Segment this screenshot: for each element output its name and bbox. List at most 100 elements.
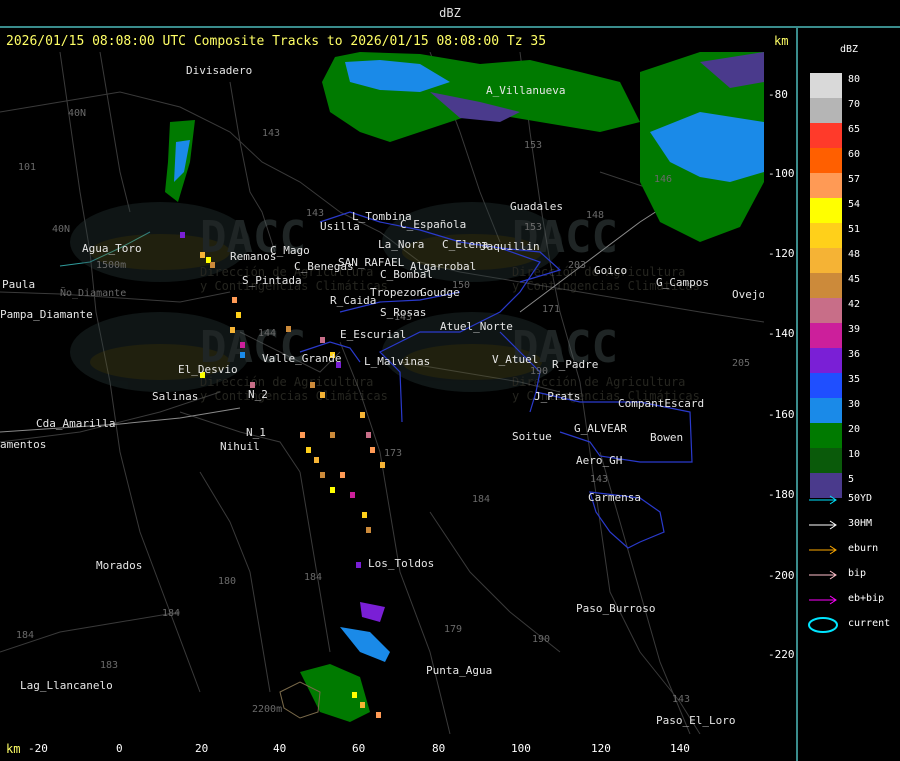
panel-divider: [796, 28, 798, 761]
route-number: 101: [18, 162, 36, 173]
route-number: 143: [590, 474, 608, 485]
x-tick-label: 0: [116, 742, 123, 755]
echo-cell: [350, 492, 355, 498]
place-label: Morados: [96, 559, 142, 572]
x-tick-label: 20: [195, 742, 209, 755]
map-canvas[interactable]: DACCDirección de Agriculturay Contingenc…: [0, 52, 764, 734]
y-tick-label: -200: [768, 569, 795, 582]
headline-timestamp: 2026/01/15 08:08:00 UTC Composite Tracks…: [6, 34, 547, 49]
echo-cell: [352, 692, 357, 698]
track-symbol: [809, 595, 837, 605]
place-label: Pampa_Diamante: [0, 308, 93, 321]
route-number: 184: [162, 608, 180, 619]
place-label: Lag_Llancanelo: [20, 679, 113, 692]
legend-label: 57: [848, 174, 861, 185]
road-line: [99, 52, 131, 213]
route-number: 190: [532, 634, 550, 645]
place-label: Salinas: [152, 390, 198, 403]
km-unit-bottom: km: [6, 742, 21, 756]
place-label: Goico: [594, 264, 627, 277]
route-number: 143: [394, 312, 412, 323]
echo-cell: [362, 512, 367, 518]
watermark-layer: DACCDirección de Agriculturay Contingenc…: [70, 202, 700, 403]
place-label: Aero_GH: [576, 454, 622, 467]
legend-swatch: [810, 348, 842, 373]
place-label: Jaquillin: [480, 240, 540, 253]
echo-cell: [230, 327, 235, 333]
track-label: 50YD: [848, 493, 873, 504]
x-tick-label: -20: [28, 742, 48, 755]
route-number: 143: [306, 208, 324, 219]
echo-cell: [232, 297, 237, 303]
place-label: Bowen: [650, 431, 683, 444]
place-label: J_Prats: [534, 390, 580, 403]
place-label: Paso_Burroso: [576, 602, 655, 615]
place-label: N_2: [248, 388, 268, 401]
route-number: 148: [586, 210, 604, 221]
place-label: R_Padre: [552, 358, 598, 371]
legend-swatch: [810, 323, 842, 348]
track-label: eburn: [848, 543, 879, 554]
place-label: Carmensa: [588, 491, 641, 504]
echo-cell: [180, 232, 185, 238]
legend-swatch: [810, 73, 842, 98]
place-label: G_ALVEAR: [574, 422, 627, 435]
legend-label: 65: [848, 124, 861, 135]
echo-cell: [320, 337, 325, 343]
echo-cell: [366, 527, 371, 533]
legend-swatch: [810, 373, 842, 398]
echo-cell: [380, 462, 385, 468]
echo-cell: [320, 392, 325, 398]
echo-cell: [360, 412, 365, 418]
legend-swatch: [810, 398, 842, 423]
route-number: 143: [262, 128, 280, 139]
place-label: S_Pintada: [242, 274, 302, 287]
echo-cell: [356, 562, 361, 568]
y-tick-label: -220: [768, 648, 795, 661]
route-number: 144: [258, 328, 276, 339]
place-label: R_Caida: [330, 294, 376, 307]
place-label: La_Nora: [378, 238, 424, 251]
route-number: 184: [16, 630, 34, 641]
x-tick-label: 40: [273, 742, 287, 755]
echo-region: [360, 602, 385, 622]
legend-swatch: [810, 148, 842, 173]
legend-label: 54: [848, 199, 861, 210]
route-number: 153: [524, 140, 542, 151]
track-symbol: [809, 520, 837, 530]
echo-cell: [210, 262, 215, 268]
radar-map[interactable]: DACC Dirección de Agricultura y Contingenc…: [0, 52, 764, 734]
place-label: Ovejo: [732, 288, 764, 301]
radar-window: dBZ 2026/01/15 08:08:00 UTC Composite Tr…: [0, 0, 900, 761]
route-number: 184: [304, 572, 322, 583]
echo-cell: [240, 342, 245, 348]
legend-label: 30: [848, 399, 861, 410]
echo-cell: [314, 457, 319, 463]
legend-label: 60: [848, 149, 861, 160]
y-tick-label: -160: [768, 408, 795, 421]
y-tick-label: -140: [768, 327, 795, 340]
echo-cell: [320, 472, 325, 478]
legend-title: dBZ: [840, 44, 859, 55]
echo-region: [300, 664, 370, 722]
legend-label: 5: [848, 474, 855, 485]
legend-label: 70: [848, 99, 861, 110]
echo-cell: [340, 472, 345, 478]
y-tick-label: -80: [768, 88, 788, 101]
place-label: N_1: [246, 426, 266, 439]
legend-label: 36: [848, 349, 861, 360]
place-label: Divisadero: [186, 64, 252, 77]
route-number: Ño_Diamante: [60, 286, 126, 299]
place-label: amentos: [0, 438, 46, 451]
route-number: 180: [218, 576, 236, 587]
route-number: 146: [654, 174, 672, 185]
route-number: 143: [672, 694, 690, 705]
place-label: G_Campos: [656, 276, 709, 289]
echo-cell: [236, 312, 241, 318]
route-number: 205: [732, 358, 750, 369]
legend-label: 42: [848, 299, 861, 310]
place-label: Agua_Toro: [82, 242, 142, 255]
track-label: 30HM: [848, 518, 873, 529]
y-tick-label: -100: [768, 167, 795, 180]
place-label: Punta_Agua: [426, 664, 492, 677]
